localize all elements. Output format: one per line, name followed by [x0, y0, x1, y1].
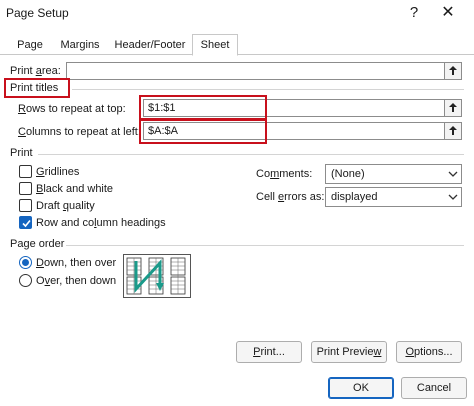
collapse-arrow-icon: [449, 66, 457, 75]
rows-repeat-highlight: [139, 95, 267, 120]
cell-errors-label: Cell errors as:: [256, 191, 325, 203]
over-then-down-label: Over, then down: [36, 275, 117, 287]
cancel-button[interactable]: Cancel: [401, 377, 467, 399]
print-area-collapse-button[interactable]: [444, 63, 461, 79]
page-order-divider: [66, 245, 464, 246]
black-white-label: Black and white: [36, 183, 114, 195]
print-divider: [38, 154, 464, 155]
ok-button[interactable]: OK: [328, 377, 394, 399]
tab-sheet[interactable]: Sheet: [192, 34, 238, 56]
row-column-headings-label: Row and column headings: [36, 217, 166, 229]
title-bar: [0, 0, 474, 30]
comments-select[interactable]: (None): [325, 164, 462, 184]
print-titles-heading: Print titles: [10, 82, 59, 94]
black-white-checkbox[interactable]: [19, 182, 32, 195]
page-order-diagram-icon: [126, 257, 186, 295]
rows-collapse-button[interactable]: [444, 100, 461, 116]
page-order-heading: Page order: [10, 238, 65, 250]
cols-collapse-button[interactable]: [444, 123, 461, 139]
print-area-label: Print area:: [10, 65, 61, 77]
tab-header-footer[interactable]: Header/Footer: [108, 34, 192, 55]
print-titles-divider: [72, 89, 464, 90]
collapse-arrow-icon: [449, 126, 457, 135]
cols-repeat-label: Columns to repeat at left:: [18, 126, 141, 138]
chevron-down-icon: [448, 171, 458, 177]
down-then-over-radio[interactable]: [19, 256, 32, 269]
gridlines-label: Gridlines: [36, 166, 80, 178]
comments-label: Comments:: [256, 168, 313, 180]
print-heading: Print: [10, 147, 33, 159]
tab-page[interactable]: Page: [8, 34, 52, 55]
page-order-preview: [123, 254, 191, 298]
print-area-input[interactable]: [66, 62, 462, 80]
draft-quality-checkbox[interactable]: [19, 199, 32, 212]
cols-repeat-highlight: [139, 119, 267, 144]
gridlines-checkbox[interactable]: [19, 165, 32, 178]
draft-quality-label: Draft quality: [36, 200, 95, 212]
options-button[interactable]: Options...: [396, 341, 462, 363]
help-button[interactable]: ?: [404, 2, 424, 24]
close-button[interactable]: ✕: [428, 0, 468, 28]
print-button[interactable]: Print...: [236, 341, 302, 363]
over-then-down-radio[interactable]: [19, 274, 32, 287]
collapse-arrow-icon: [449, 103, 457, 112]
checkmark-icon: [22, 219, 31, 228]
tab-margins[interactable]: Margins: [52, 34, 108, 55]
window-title: Page Setup: [6, 6, 69, 20]
rows-repeat-label: Rows to repeat at top:: [18, 103, 126, 115]
print-preview-button[interactable]: Print Preview: [311, 341, 387, 363]
down-then-over-label: Down, then over: [36, 257, 117, 269]
row-column-headings-checkbox[interactable]: [19, 216, 32, 229]
cell-errors-select[interactable]: displayed: [325, 187, 462, 207]
chevron-down-icon: [448, 194, 458, 200]
